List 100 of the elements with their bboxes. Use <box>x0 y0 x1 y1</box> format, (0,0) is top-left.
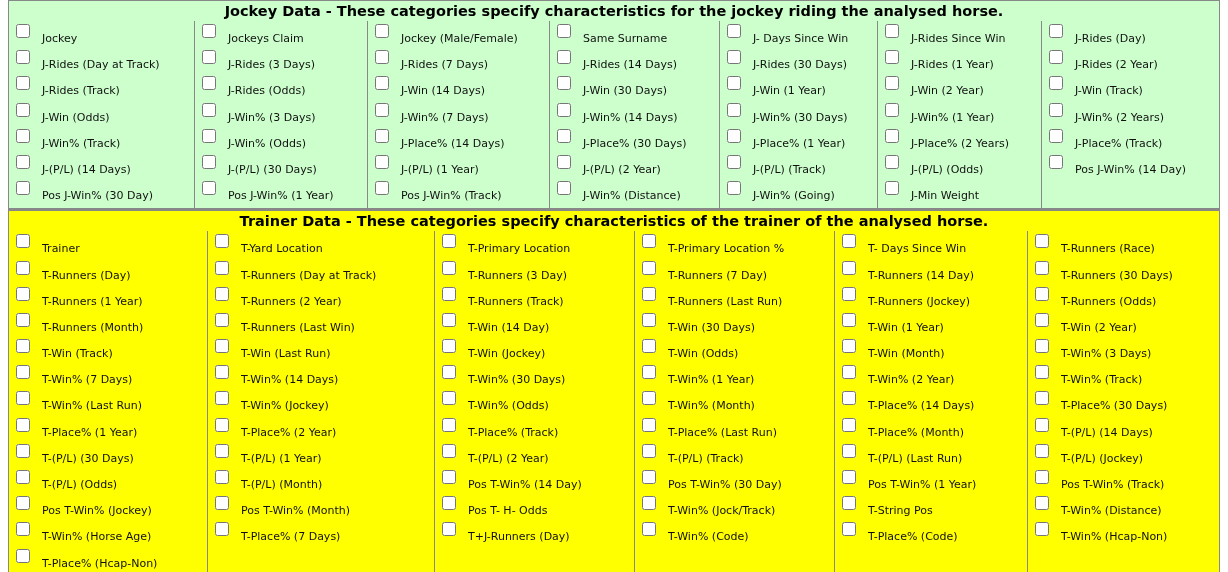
checkbox[interactable] <box>842 260 856 275</box>
checkbox[interactable] <box>642 522 656 537</box>
checkbox[interactable] <box>442 470 456 484</box>
checkbox[interactable] <box>202 181 216 196</box>
checkbox[interactable] <box>442 391 456 406</box>
checkbox[interactable] <box>442 443 456 458</box>
checkbox[interactable] <box>202 154 216 169</box>
checkbox[interactable] <box>16 312 30 327</box>
checkbox[interactable] <box>16 50 30 65</box>
checkbox[interactable] <box>842 312 856 327</box>
checkbox[interactable] <box>16 365 30 380</box>
checkbox[interactable] <box>16 470 30 484</box>
checkbox[interactable] <box>1049 102 1063 117</box>
checkbox[interactable] <box>842 443 856 458</box>
checkbox[interactable] <box>1035 312 1049 327</box>
checkbox[interactable] <box>16 102 30 117</box>
checkbox[interactable] <box>842 417 856 432</box>
checkbox[interactable] <box>215 312 229 327</box>
checkbox[interactable] <box>442 417 456 432</box>
checkbox[interactable] <box>16 339 30 354</box>
checkbox[interactable] <box>842 365 856 380</box>
checkbox[interactable] <box>442 286 456 301</box>
checkbox[interactable] <box>202 102 216 117</box>
checkbox[interactable] <box>16 548 30 563</box>
checkbox[interactable] <box>1035 417 1049 432</box>
checkbox[interactable] <box>885 24 899 38</box>
checkbox[interactable] <box>202 128 216 143</box>
checkbox[interactable] <box>215 339 229 354</box>
checkbox[interactable] <box>1035 339 1049 354</box>
checkbox[interactable] <box>885 154 899 169</box>
checkbox[interactable] <box>727 76 741 91</box>
checkbox[interactable] <box>642 443 656 458</box>
checkbox[interactable] <box>885 50 899 65</box>
checkbox[interactable] <box>215 391 229 406</box>
checkbox[interactable] <box>1049 128 1063 143</box>
checkbox[interactable] <box>16 286 30 301</box>
checkbox[interactable] <box>1049 76 1063 91</box>
checkbox[interactable] <box>642 391 656 406</box>
checkbox[interactable] <box>16 522 30 537</box>
checkbox[interactable] <box>885 128 899 143</box>
checkbox[interactable] <box>885 76 899 91</box>
checkbox[interactable] <box>842 496 856 511</box>
checkbox[interactable] <box>642 234 656 249</box>
checkbox[interactable] <box>215 260 229 275</box>
checkbox[interactable] <box>642 365 656 380</box>
checkbox[interactable] <box>215 522 229 537</box>
checkbox[interactable] <box>642 496 656 511</box>
checkbox[interactable] <box>557 50 571 65</box>
checkbox[interactable] <box>842 470 856 484</box>
checkbox[interactable] <box>642 260 656 275</box>
checkbox[interactable] <box>215 365 229 380</box>
checkbox[interactable] <box>442 522 456 537</box>
checkbox[interactable] <box>375 128 389 143</box>
checkbox[interactable] <box>1035 443 1049 458</box>
checkbox[interactable] <box>727 181 741 196</box>
checkbox[interactable] <box>202 76 216 91</box>
checkbox[interactable] <box>1035 260 1049 275</box>
checkbox[interactable] <box>842 522 856 537</box>
checkbox[interactable] <box>375 181 389 196</box>
checkbox[interactable] <box>442 312 456 327</box>
checkbox[interactable] <box>727 24 741 38</box>
checkbox[interactable] <box>16 443 30 458</box>
checkbox[interactable] <box>215 417 229 432</box>
checkbox[interactable] <box>727 128 741 143</box>
checkbox[interactable] <box>842 339 856 354</box>
checkbox[interactable] <box>16 24 30 38</box>
checkbox[interactable] <box>442 365 456 380</box>
checkbox[interactable] <box>557 128 571 143</box>
checkbox[interactable] <box>842 234 856 249</box>
checkbox[interactable] <box>642 417 656 432</box>
checkbox[interactable] <box>16 260 30 275</box>
checkbox[interactable] <box>375 50 389 65</box>
checkbox[interactable] <box>557 181 571 196</box>
checkbox[interactable] <box>1049 154 1063 169</box>
checkbox[interactable] <box>215 286 229 301</box>
checkbox[interactable] <box>1035 365 1049 380</box>
checkbox[interactable] <box>16 154 30 169</box>
checkbox[interactable] <box>442 260 456 275</box>
checkbox[interactable] <box>1049 50 1063 65</box>
checkbox[interactable] <box>1035 391 1049 406</box>
checkbox[interactable] <box>202 50 216 65</box>
checkbox[interactable] <box>642 470 656 484</box>
checkbox[interactable] <box>16 76 30 91</box>
checkbox[interactable] <box>215 234 229 249</box>
checkbox[interactable] <box>16 128 30 143</box>
checkbox[interactable] <box>557 102 571 117</box>
checkbox[interactable] <box>727 102 741 117</box>
checkbox[interactable] <box>842 286 856 301</box>
checkbox[interactable] <box>557 76 571 91</box>
checkbox[interactable] <box>727 154 741 169</box>
checkbox[interactable] <box>842 391 856 406</box>
checkbox[interactable] <box>442 339 456 354</box>
checkbox[interactable] <box>1035 286 1049 301</box>
checkbox[interactable] <box>885 181 899 196</box>
checkbox[interactable] <box>215 496 229 511</box>
checkbox[interactable] <box>215 443 229 458</box>
checkbox[interactable] <box>375 154 389 169</box>
checkbox[interactable] <box>16 391 30 406</box>
checkbox[interactable] <box>1049 24 1063 38</box>
checkbox[interactable] <box>642 339 656 354</box>
